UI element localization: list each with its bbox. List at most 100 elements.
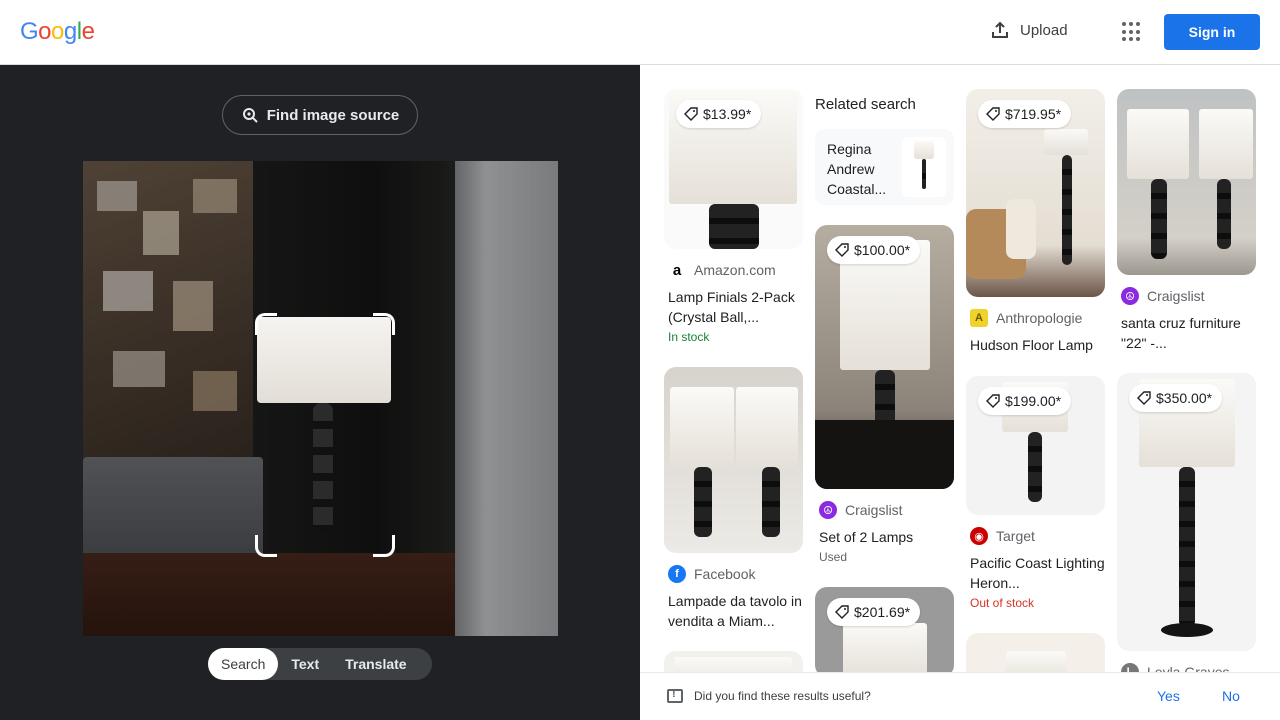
result-thumbnail[interactable]: $13.99* [664, 89, 803, 249]
logo-letter: G [20, 18, 39, 45]
top-bar: Google Upload Sign in [0, 0, 1280, 65]
facebook-icon: f [668, 565, 686, 583]
mode-translate-tab[interactable]: Translate [332, 648, 419, 680]
result-thumbnail[interactable] [1117, 89, 1256, 275]
result-title[interactable]: Lamp Finials 2-Pack (Crystal Ball,... [664, 287, 803, 327]
result-source: L Leyla Graves [1117, 663, 1256, 672]
crop-selection[interactable] [255, 313, 395, 557]
peace-icon: ☮ [1121, 287, 1139, 305]
stock-status: In stock [668, 330, 710, 344]
feedback-yes-button[interactable]: Yes [1157, 688, 1180, 704]
price-tag-icon [835, 605, 849, 619]
logo-letter: o [38, 18, 52, 45]
result-thumbnail[interactable]: $350.00* [1117, 373, 1256, 651]
result-thumbnail[interactable]: $100.00* [815, 225, 954, 489]
mode-switcher: Search Text Translate [208, 648, 432, 680]
source-name: Target [996, 528, 1035, 544]
peace-icon: ☮ [819, 501, 837, 519]
result-thumbnail[interactable]: $199.00* [966, 376, 1105, 515]
result-thumbnail[interactable] [664, 651, 803, 672]
result-title[interactable]: Pacific Coast Lighting Heron... [966, 553, 1105, 593]
mode-search-tab[interactable]: Search [208, 648, 279, 680]
feedback-no-button[interactable]: No [1222, 688, 1240, 704]
price-tag-icon [986, 394, 1000, 408]
result-source: a Amazon.com [664, 261, 803, 279]
google-logo[interactable]: Google [20, 18, 95, 46]
result-source: f Facebook [664, 565, 803, 583]
result-card[interactable] [966, 633, 1105, 672]
lens-image-panel: Find image source Search Text Translate [0, 65, 640, 720]
crop-handle-top-left[interactable] [255, 313, 277, 335]
price-tag: $100.00* [827, 236, 921, 264]
result-thumbnail[interactable]: $719.95* [966, 89, 1105, 297]
upload-icon [992, 21, 1008, 38]
crop-handle-bottom-left[interactable] [255, 535, 277, 557]
find-image-source-button[interactable]: Find image source [222, 95, 418, 135]
price-text: $350.00* [1156, 390, 1213, 406]
related-search-chip[interactable]: Regina Andrew Coastal... [815, 129, 954, 205]
result-title[interactable]: santa cruz furniture "22" -... [1117, 313, 1256, 353]
result-title[interactable]: Set of 2 Lamps [815, 527, 954, 547]
result-thumbnail[interactable] [966, 633, 1105, 672]
price-tag: $350.00* [1129, 384, 1223, 412]
source-name: Craigslist [1147, 288, 1205, 304]
result-source: A Anthropologie [966, 309, 1105, 327]
feedback-icon [667, 688, 683, 703]
result-card[interactable]: $201.69* [815, 587, 954, 672]
price-text: $201.69* [854, 604, 911, 620]
logo-letter: o [51, 18, 64, 45]
price-text: $13.99* [703, 106, 752, 122]
source-icon: L [1121, 663, 1139, 672]
source-name: Amazon.com [694, 262, 776, 278]
price-text: $719.95* [1005, 106, 1062, 122]
lens-search-icon [242, 108, 258, 123]
price-tag: $13.99* [676, 100, 762, 128]
price-text: $199.00* [1005, 393, 1062, 409]
target-icon: ◉ [970, 527, 988, 545]
result-card[interactable]: $199.00* ◉ Target Pacific Coast Lighting… [966, 376, 1105, 610]
source-name: Anthropologie [996, 310, 1083, 326]
sign-in-button[interactable]: Sign in [1164, 14, 1260, 50]
feedback-question: Did you find these results useful? [694, 689, 871, 703]
related-search-query: Regina Andrew Coastal... [827, 141, 887, 197]
result-thumbnail[interactable] [664, 367, 803, 553]
price-tag-icon [986, 107, 1000, 121]
source-name: Leyla Graves [1147, 664, 1230, 672]
stock-status: Out of stock [970, 596, 1035, 610]
result-title[interactable]: Lampade da tavolo in vendita a Miam... [664, 591, 803, 631]
source-name: Facebook [694, 566, 756, 582]
amazon-icon: a [668, 261, 686, 279]
query-image[interactable] [83, 161, 558, 636]
result-title[interactable]: Hudson Floor Lamp [966, 335, 1105, 355]
lamp-body [313, 403, 333, 533]
result-card[interactable] [664, 651, 803, 672]
crop-handle-bottom-right[interactable] [373, 535, 395, 557]
price-tag: $199.00* [978, 387, 1072, 415]
logo-letter: g [63, 18, 77, 45]
result-source: ◉ Target [966, 527, 1105, 545]
anthropologie-icon: A [970, 309, 988, 327]
price-tag: $201.69* [827, 598, 921, 626]
upload-label: Upload [1020, 21, 1068, 39]
result-source: ☮ Craigslist [815, 501, 954, 519]
price-tag-icon [1137, 391, 1151, 405]
result-card[interactable]: $719.95* A Anthropologie Hudson Floor La… [966, 89, 1105, 355]
result-card[interactable]: ☮ Craigslist santa cruz furniture "22" -… [1117, 89, 1256, 353]
result-thumbnail[interactable]: $201.69* [815, 587, 954, 672]
source-name: Craigslist [845, 502, 903, 518]
result-source: ☮ Craigslist [1117, 287, 1256, 305]
mode-text-tab[interactable]: Text [278, 648, 332, 680]
apps-grid-icon[interactable] [1122, 22, 1142, 42]
related-search-thumbnail [902, 137, 946, 197]
crop-handle-top-right[interactable] [373, 313, 395, 335]
lamp-shade [257, 317, 391, 403]
condition-status: Used [819, 550, 848, 564]
price-tag-icon [835, 243, 849, 257]
result-card[interactable]: $350.00* L Leyla Graves [1117, 373, 1256, 672]
related-search-heading: Related search [815, 96, 916, 113]
result-card[interactable]: $13.99* a Amazon.com Lamp Finials 2-Pack… [664, 89, 803, 344]
result-card[interactable]: f Facebook Lampade da tavolo in vendita … [664, 367, 803, 631]
results-panel: $13.99* a Amazon.com Lamp Finials 2-Pack… [640, 65, 1280, 672]
result-card[interactable]: $100.00* ☮ Craigslist Set of 2 Lamps Use… [815, 225, 954, 564]
upload-button[interactable]: Upload [990, 20, 1068, 40]
